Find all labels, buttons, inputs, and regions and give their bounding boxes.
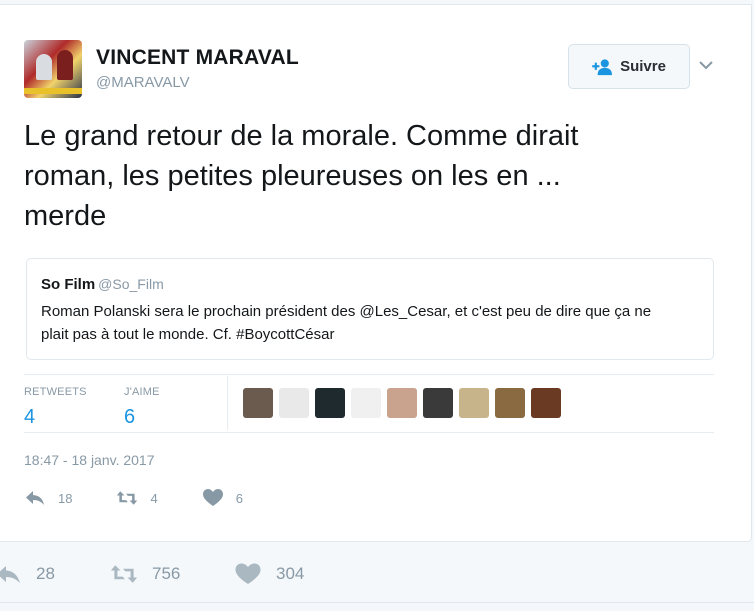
outer-retweet-count: 756 [152,564,181,583]
follow-button[interactable]: Suivre [568,44,690,89]
retweet-icon [110,565,138,583]
reply-button[interactable]: 18 [24,488,72,508]
heart-icon [202,489,223,506]
stats-divider-top [24,374,714,375]
avatar-figure-left [36,54,52,80]
tweet-actions: 18 4 6 [24,488,287,508]
retweets-label: RETWEETS [24,386,87,398]
liker-avatar-5[interactable] [387,388,417,418]
avatar-stripe [24,88,82,94]
likes-stat[interactable]: J'AIME 6 [124,382,160,429]
outer-reply-button[interactable]: 28 [0,562,55,586]
quoted-tweet-author-name: So Film [41,276,96,293]
heart-icon [235,563,261,584]
outer-reply-count: 28 [36,564,55,583]
quoted-tweet[interactable]: So Film @So_Film Roman Polanski sera le p… [26,258,714,360]
retweets-count: 4 [24,406,36,428]
liker-avatar-2[interactable] [279,388,309,418]
tweet-timestamp[interactable]: 18:47 - 18 janv. 2017 [24,452,155,468]
avatar-figure-right [57,50,73,80]
tweet-text: Le grand retour de la morale. Comme dira… [24,120,579,232]
author-name[interactable]: VINCENT MARAVAL [96,46,299,70]
reply-count: 18 [58,490,73,506]
retweet-icon [117,491,138,505]
liker-avatar-3[interactable] [315,388,345,418]
outer-like-button[interactable]: 304 [234,562,304,586]
outer-like-count: 304 [276,564,305,583]
liker-avatar-4[interactable] [351,388,381,418]
quoted-tweet-author-handle: @So_Film [98,276,164,292]
follow-person-plus-icon [592,58,613,75]
follow-button-label: Suivre [620,58,666,75]
likers-avatar-row [243,388,561,418]
like-button[interactable]: 6 [202,488,243,508]
liker-avatar-7[interactable] [459,388,489,418]
stats-divider-vertical [227,376,228,430]
chevron-down-icon[interactable] [696,58,716,72]
retweet-button[interactable]: 4 [116,488,158,508]
likes-label: J'AIME [124,386,160,398]
bottom-divider [0,602,754,603]
author-avatar[interactable] [24,40,82,98]
liker-avatar-1[interactable] [243,388,273,418]
author-handle[interactable]: @MARAVALV [96,74,190,91]
liker-avatar-8[interactable] [495,388,525,418]
outer-retweet-button[interactable]: 756 [110,562,180,586]
quoted-tweet-text: Roman Polanski sera le prochain présiden… [41,303,652,343]
retweets-stat[interactable]: RETWEETS 4 [24,382,87,429]
reply-icon [0,566,20,583]
stats-divider-bottom [24,432,714,433]
likes-count: 6 [124,406,136,428]
retweet-count: 4 [150,490,158,506]
liker-avatar-6[interactable] [423,388,453,418]
liker-avatar-9[interactable] [531,388,561,418]
reply-icon [26,491,44,505]
like-count: 6 [235,490,243,506]
